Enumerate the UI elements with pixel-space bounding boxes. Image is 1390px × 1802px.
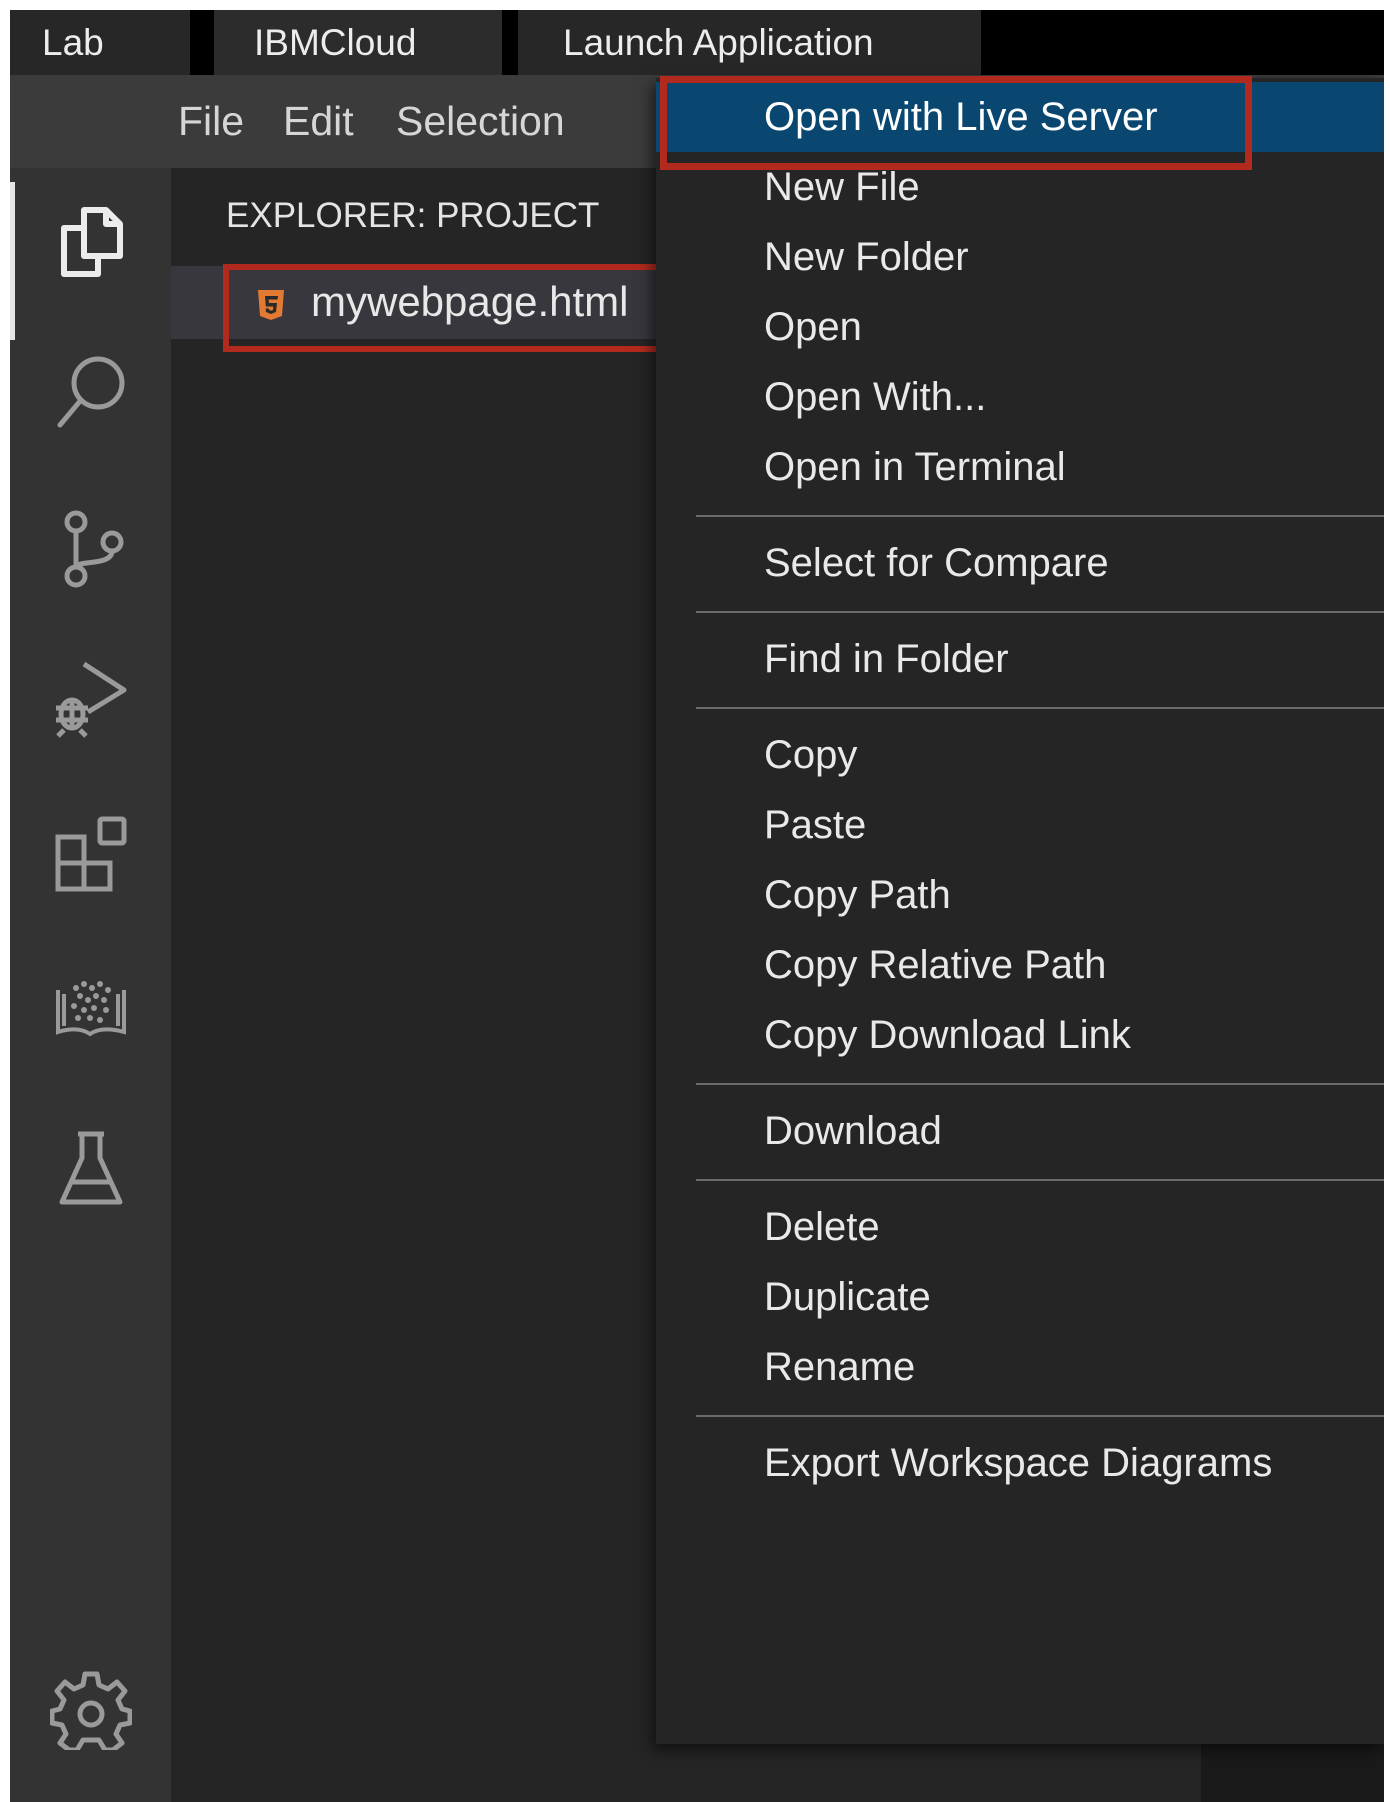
menu-selection[interactable]: Selection (396, 75, 565, 168)
menu-item-open-with-live-server[interactable]: Open with Live Server (656, 82, 1384, 152)
run-debug-icon[interactable] (50, 658, 132, 740)
menu-file[interactable]: File (178, 75, 244, 168)
menu-item-paste[interactable]: Paste (656, 790, 1384, 860)
menu-item-open[interactable]: Open (656, 292, 1384, 362)
explorer-icon[interactable] (50, 198, 132, 280)
active-indicator (10, 182, 15, 340)
app-tab-bar: Lab IBMCloud Launch Application (10, 10, 1384, 75)
html5-icon (258, 290, 284, 320)
menu-separator (696, 1179, 1384, 1181)
menu-item-open-in-terminal[interactable]: Open in Terminal (656, 432, 1384, 502)
menu-item-copy-path[interactable]: Copy Path (656, 860, 1384, 930)
menu-item-copy[interactable]: Copy (656, 720, 1384, 790)
menu-separator (696, 707, 1384, 709)
explorer-title: EXPLORER: PROJECT (226, 196, 600, 235)
menu-edit[interactable]: Edit (283, 75, 354, 168)
menu-item-duplicate[interactable]: Duplicate (656, 1262, 1384, 1332)
file-name[interactable]: mywebpage.html (311, 274, 628, 330)
menu-item-download[interactable]: Download (656, 1096, 1384, 1166)
context-menu: Open with Live Server New File New Folder O… (656, 78, 1384, 1744)
menu-item-export-workspace-diagrams[interactable]: Export Workspace Diagrams (656, 1428, 1384, 1498)
menu-separator (696, 1083, 1384, 1085)
source-control-icon[interactable] (50, 508, 132, 590)
editor-area-corner (1201, 1738, 1384, 1802)
tab-launch-application[interactable]: Launch Application (518, 10, 981, 75)
menu-item-copy-download-link[interactable]: Copy Download Link (656, 1000, 1384, 1070)
tab-ibmcloud[interactable]: IBMCloud (214, 10, 502, 75)
menu-item-select-for-compare[interactable]: Select for Compare (656, 528, 1384, 598)
activity-bar (10, 168, 171, 1802)
lab-flask-icon[interactable] (50, 1128, 132, 1210)
tab-lab[interactable]: Lab (10, 10, 190, 75)
app-frame: Lab IBMCloud Launch Application File Edi… (10, 10, 1384, 1802)
menu-item-rename[interactable]: Rename (656, 1332, 1384, 1402)
menu-item-delete[interactable]: Delete (656, 1192, 1384, 1262)
menu-item-copy-relative-path[interactable]: Copy Relative Path (656, 930, 1384, 1000)
menu-separator (696, 611, 1384, 613)
menu-item-find-in-folder[interactable]: Find in Folder (656, 624, 1384, 694)
menu-item-open-with[interactable]: Open With... (656, 362, 1384, 432)
search-icon[interactable] (50, 353, 132, 435)
menu-item-new-file[interactable]: New File (656, 152, 1384, 222)
menu-separator (696, 1415, 1384, 1417)
menu-item-new-folder[interactable]: New Folder (656, 222, 1384, 292)
skills-network-icon[interactable] (50, 968, 132, 1050)
settings-gear-icon[interactable] (50, 1668, 132, 1750)
extensions-icon[interactable] (50, 813, 132, 895)
menu-separator (696, 515, 1384, 517)
